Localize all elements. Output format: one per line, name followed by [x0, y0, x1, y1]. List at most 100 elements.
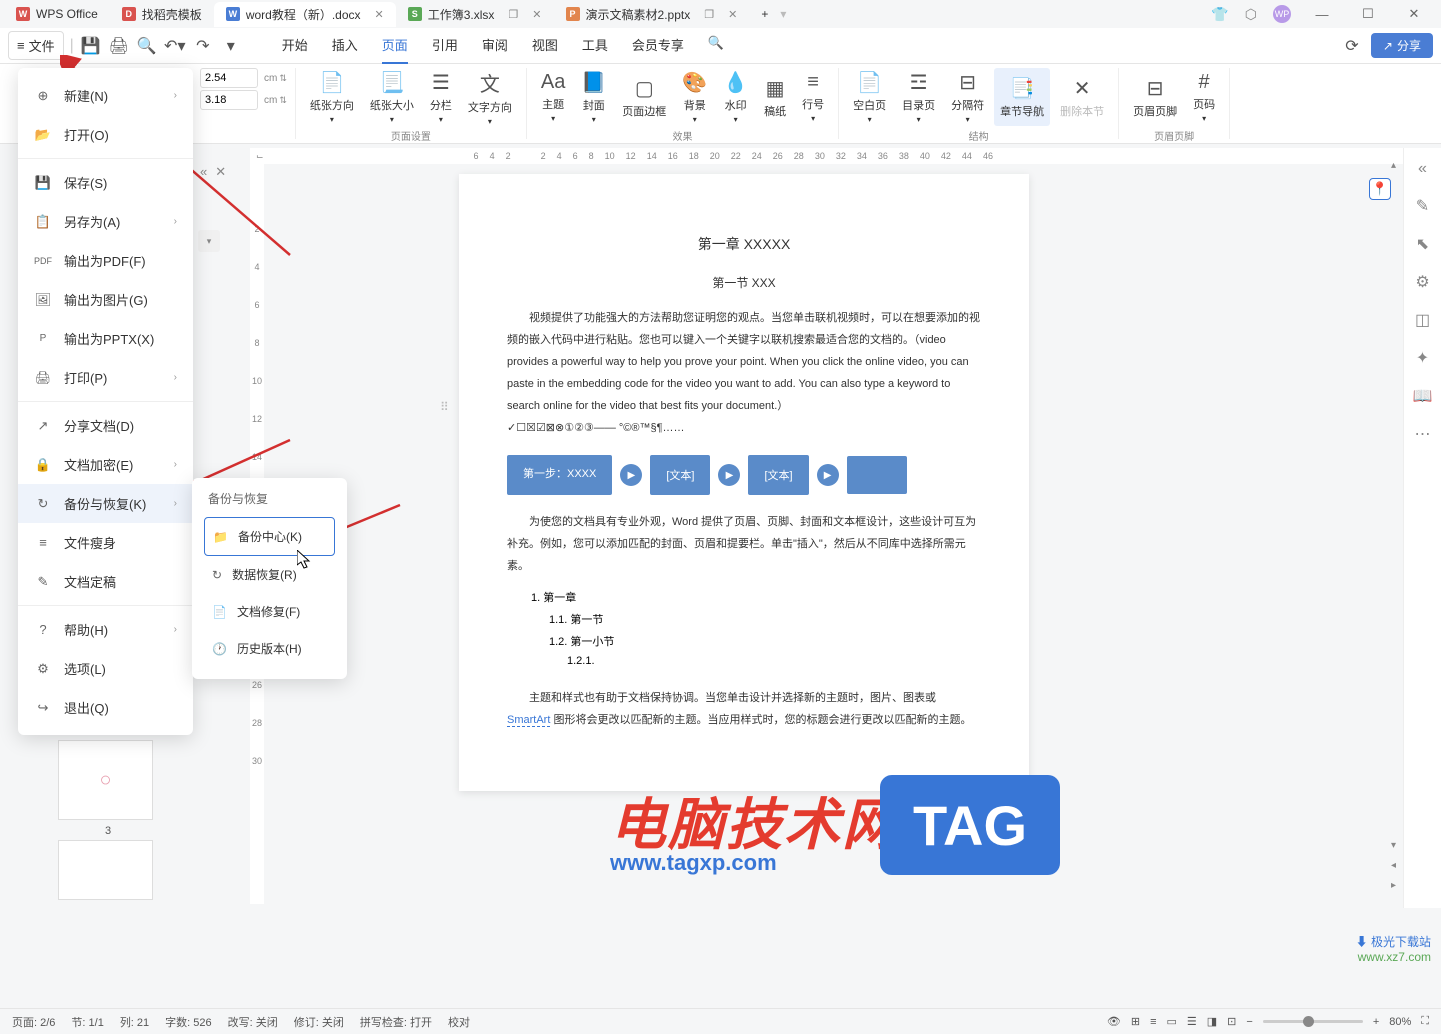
page-thumbnail[interactable]: [58, 840, 153, 900]
cursor-icon[interactable]: ⬉: [1416, 234, 1429, 254]
save-button[interactable]: 💾: [80, 35, 102, 57]
undo-button[interactable]: ↶▾: [164, 35, 186, 57]
pen-icon[interactable]: ✎: [1416, 196, 1429, 216]
search-button[interactable]: 🔍: [708, 27, 724, 64]
grid-view-icon[interactable]: ⊞: [1131, 1015, 1140, 1028]
header-footer-button[interactable]: ⊟页眉页脚: [1127, 68, 1183, 126]
tab-tools[interactable]: 工具: [582, 27, 608, 64]
menu-export-pdf[interactable]: PDF输出为PDF(F): [18, 241, 193, 280]
page-number-button[interactable]: #页码▾: [1187, 68, 1221, 126]
book-icon[interactable]: 📖: [1413, 386, 1433, 406]
tab-word-doc[interactable]: W word教程（新）.docx ✕: [214, 2, 396, 27]
layers-icon[interactable]: ◫: [1415, 310, 1430, 330]
zoom-level[interactable]: 80%: [1389, 1016, 1411, 1028]
print-layout-icon[interactable]: ≡: [1150, 1016, 1156, 1028]
menu-finalize[interactable]: ✎文档定稿: [18, 562, 193, 601]
status-page[interactable]: 页面: 2/6: [12, 1014, 55, 1030]
more-qat-button[interactable]: ▾: [220, 35, 242, 57]
menu-new[interactable]: ⊕新建(N)›: [18, 76, 193, 115]
status-overwrite[interactable]: 改写: 关闭: [228, 1014, 278, 1030]
status-section[interactable]: 节: 1/1: [71, 1014, 103, 1030]
menu-share-doc[interactable]: ↗分享文档(D): [18, 406, 193, 445]
line-numbers-button[interactable]: ≡行号▾: [796, 68, 830, 126]
scroll-up-icon[interactable]: ▴: [1391, 160, 1396, 171]
menu-export-pptx[interactable]: P输出为PPTX(X): [18, 319, 193, 358]
sparkle-icon[interactable]: ✦: [1416, 348, 1429, 368]
tab-page[interactable]: 页面: [382, 27, 408, 64]
menu-print[interactable]: 🖨打印(P)›: [18, 358, 193, 397]
menu-file-slim[interactable]: ≡文件瘦身: [18, 523, 193, 562]
reading-view-icon[interactable]: 👁: [1107, 1015, 1121, 1028]
submenu-history[interactable]: 🕐历史版本(H): [204, 630, 335, 667]
tab-templates[interactable]: D 找稻壳模板: [110, 2, 214, 27]
menu-options[interactable]: ⚙选项(L): [18, 649, 193, 688]
avatar[interactable]: WP: [1273, 5, 1291, 23]
page-thumbnail[interactable]: ○: [58, 740, 153, 820]
status-column[interactable]: 列: 21: [120, 1014, 149, 1030]
maximize-button[interactable]: ☐: [1353, 2, 1383, 26]
menu-encrypt[interactable]: 🔒文档加密(E)›: [18, 445, 193, 484]
outline-view-icon[interactable]: ☰: [1187, 1015, 1197, 1028]
submenu-backup-center[interactable]: 📁备份中心(K): [204, 517, 335, 556]
tab-view[interactable]: 视图: [532, 27, 558, 64]
document-page[interactable]: 第一章 XXXXX 第一节 XXX 视频提供了功能强大的方法帮助您证明您的观点。…: [459, 174, 1029, 791]
print-button[interactable]: 🖨: [108, 35, 130, 57]
blank-page-button[interactable]: 📄空白页▾: [847, 68, 892, 126]
status-spell[interactable]: 拼写检查: 打开: [360, 1014, 432, 1030]
menu-save-as[interactable]: 📋另存为(A)›: [18, 202, 193, 241]
nav-pane-icon[interactable]: ◨: [1207, 1015, 1217, 1028]
menu-help[interactable]: ?帮助(H)›: [18, 610, 193, 649]
drag-handle-icon[interactable]: ⠿: [440, 400, 449, 414]
prev-page-icon[interactable]: ◂: [1391, 860, 1396, 871]
minimize-button[interactable]: —: [1307, 2, 1337, 26]
separator-button[interactable]: ⊟分隔符▾: [945, 68, 990, 126]
columns-button[interactable]: ☰分栏▾: [424, 68, 458, 126]
redo-button[interactable]: ↷: [192, 35, 214, 57]
zoom-out-button[interactable]: −: [1246, 1016, 1252, 1028]
settings-icon[interactable]: ⚙: [1415, 272, 1429, 292]
fullscreen-icon[interactable]: ⛶: [1421, 1015, 1429, 1028]
manuscript-button[interactable]: ▦稿纸: [758, 68, 792, 126]
menu-save[interactable]: 💾保存(S): [18, 163, 193, 202]
skin-icon[interactable]: 👕: [1211, 6, 1228, 23]
toc-page-button[interactable]: ☲目录页▾: [896, 68, 941, 126]
background-button[interactable]: 🎨背景▾: [676, 68, 713, 126]
text-direction-button[interactable]: 文文字方向▾: [462, 68, 518, 126]
collapse-icon[interactable]: «: [1418, 160, 1427, 178]
more-icon[interactable]: ⋯: [1415, 424, 1431, 444]
location-pin-button[interactable]: 📍: [1369, 178, 1391, 200]
status-revise[interactable]: 修订: 关闭: [294, 1014, 344, 1030]
tab-insert[interactable]: 插入: [332, 27, 358, 64]
close-tab-icon[interactable]: ✕: [375, 8, 384, 21]
status-words[interactable]: 字数: 526: [165, 1014, 211, 1030]
chapter-nav-button[interactable]: 📑章节导航: [994, 68, 1050, 126]
menu-backup-restore[interactable]: ↻备份与恢复(K)›: [18, 484, 193, 523]
file-menu-button[interactable]: ≡ 文件: [8, 31, 64, 60]
share-button[interactable]: ↗ 分享: [1371, 33, 1433, 58]
next-page-icon[interactable]: ▸: [1391, 880, 1396, 891]
tab-excel[interactable]: S 工作簿3.xlsx ❐ ✕: [396, 2, 554, 27]
tab-member[interactable]: 会员专享: [632, 27, 684, 64]
cover-button[interactable]: 📘封面▾: [575, 68, 612, 126]
submenu-doc-repair[interactable]: 📄文档修复(F): [204, 593, 335, 630]
zoom-fit-icon[interactable]: ⊡: [1227, 1015, 1236, 1028]
submenu-data-recovery[interactable]: ↻数据恢复(R): [204, 556, 335, 593]
page-border-button[interactable]: ▢页面边框: [616, 68, 672, 126]
sync-icon[interactable]: ⟳: [1341, 35, 1363, 57]
close-button[interactable]: ✕: [1399, 2, 1429, 26]
new-window-icon[interactable]: ❐: [704, 8, 714, 21]
tab-ppt[interactable]: P 演示文稿素材2.pptx ❐ ✕: [554, 2, 750, 27]
web-layout-icon[interactable]: ▭: [1166, 1015, 1176, 1028]
close-tab-icon[interactable]: ✕: [728, 8, 737, 21]
tab-review[interactable]: 审阅: [482, 27, 508, 64]
paper-size-button[interactable]: 📃纸张大小▾: [364, 68, 420, 126]
print-preview-button[interactable]: 🔍: [136, 35, 158, 57]
orientation-button[interactable]: 📄纸张方向▾: [304, 68, 360, 126]
new-tab-button[interactable]: + ▾: [749, 3, 798, 25]
menu-exit[interactable]: ↪退出(Q): [18, 688, 193, 727]
watermark-button[interactable]: 💧水印▾: [717, 68, 754, 126]
horizontal-ruler[interactable]: ⌙ 6 4 2 2 4 6 8 10 12 14 16 18 20 22 24 …: [250, 148, 1441, 164]
cube-icon[interactable]: ⬡: [1245, 6, 1257, 23]
tab-wps-office[interactable]: W WPS Office: [4, 3, 110, 25]
menu-open[interactable]: 📂打开(O): [18, 115, 193, 154]
